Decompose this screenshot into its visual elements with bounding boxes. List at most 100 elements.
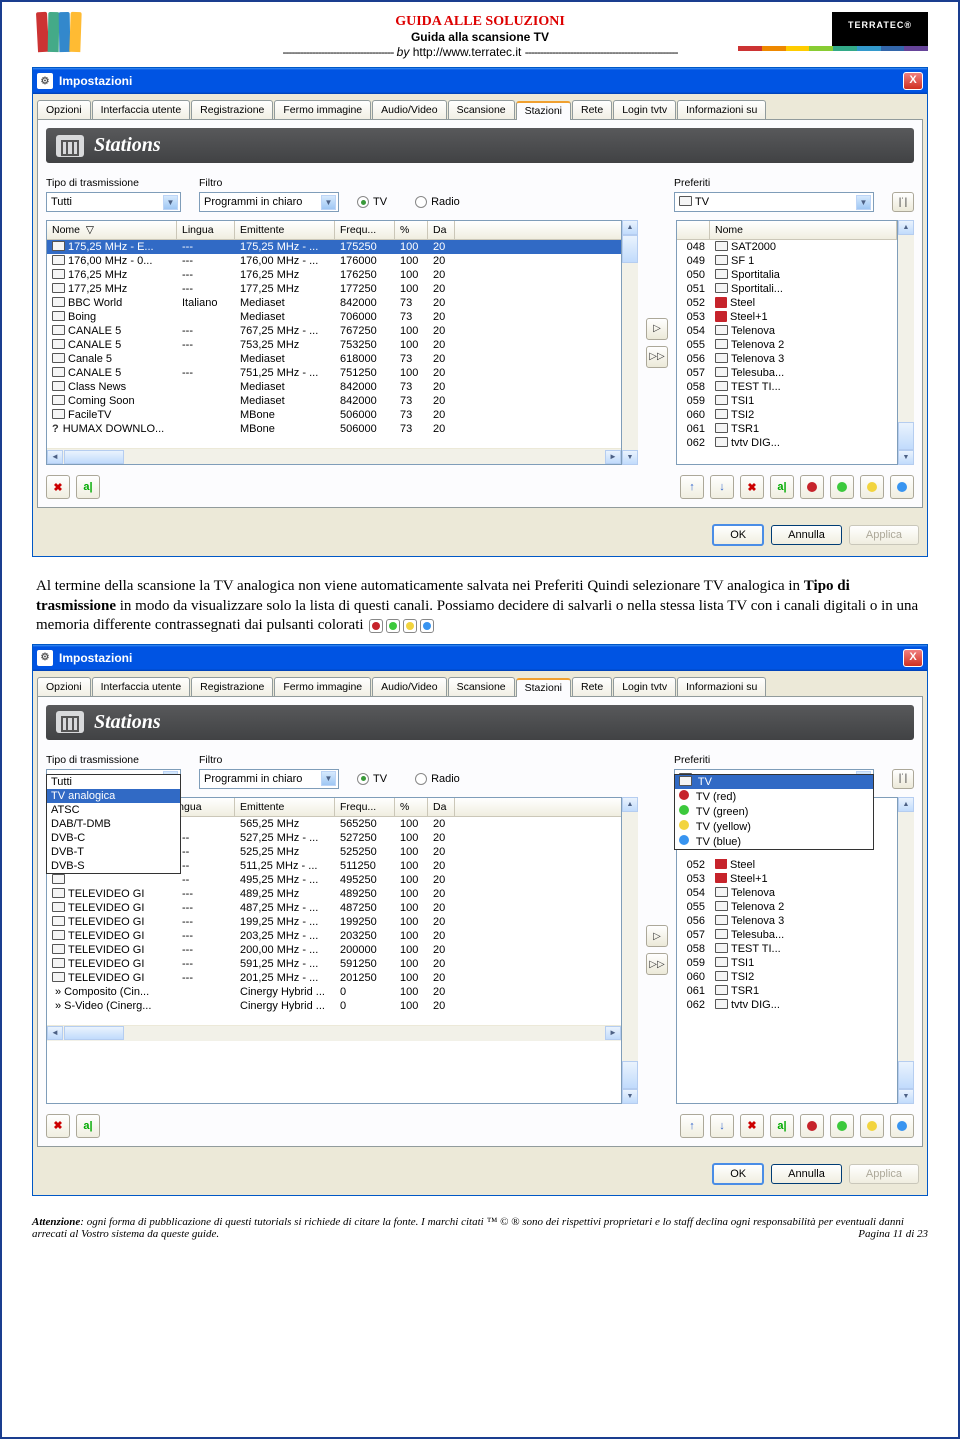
table-row[interactable]: CANALE 5---767,25 MHz - ...76725010020	[47, 324, 621, 338]
tipo-dropdown-list[interactable]: TuttiTV analogicaATSCDAB/T-DMBDVB-CDVB-T…	[46, 774, 181, 874]
table-row[interactable]: 176,00 MHz - 0...---176,00 MHz - ...1760…	[47, 254, 621, 268]
tab-rete[interactable]: Rete	[572, 677, 612, 696]
preferiti-dropdown-list[interactable]: TV TV (red) TV (green) TV (yellow) TV (b…	[674, 774, 874, 850]
edit-button[interactable]: a|	[770, 1114, 794, 1138]
table-row[interactable]: TELEVIDEO GI---489,25 MHz48925010020	[47, 887, 621, 901]
remove-button[interactable]: ✖	[740, 1114, 764, 1138]
dropdown-option[interactable]: TV analogica	[47, 789, 180, 803]
table-row[interactable]: Class NewsMediaset8420007320	[47, 380, 621, 394]
rename-button[interactable]: a|	[76, 1114, 100, 1138]
table-row[interactable]: 055Telenova 2	[677, 338, 897, 352]
table-row[interactable]: 176,25 MHz---176,25 MHz17625010020	[47, 268, 621, 282]
edit-button[interactable]: a|	[770, 475, 794, 499]
red-dot-button[interactable]	[800, 475, 824, 499]
scrollbar-v[interactable]: ▲▼	[898, 220, 914, 465]
tab-scansione[interactable]: Scansione	[448, 677, 515, 696]
tab-informazioni-su[interactable]: Informazioni su	[677, 100, 766, 119]
tab-audio/video[interactable]: Audio/Video	[372, 100, 446, 119]
table-row[interactable]: 048SAT2000	[677, 240, 897, 254]
table-row[interactable]: --495,25 MHz - ...49525010020	[47, 873, 621, 887]
table-row[interactable]: ?HUMAX DOWNLO...MBone5060007320	[47, 422, 621, 436]
table-row[interactable]: 061TSR1	[677, 984, 897, 998]
table-row[interactable]: 054Telenova	[677, 324, 897, 338]
dropdown-option[interactable]: DAB/T-DMB	[47, 817, 180, 831]
add-all-button[interactable]: ▷▷	[646, 953, 668, 975]
table-row[interactable]: 057Telesuba...	[677, 928, 897, 942]
table-row[interactable]: 056Telenova 3	[677, 352, 897, 366]
table-row[interactable]: 059TSI1	[677, 394, 897, 408]
add-button[interactable]: ▷	[646, 925, 668, 947]
table-row[interactable]: 049SF 1	[677, 254, 897, 268]
table-row[interactable]: 051Sportitali...	[677, 282, 897, 296]
tab-fermo-immagine[interactable]: Fermo immagine	[274, 677, 371, 696]
green-dot-button[interactable]	[830, 1114, 854, 1138]
titlebar[interactable]: ⚙ Impostazioni X	[33, 645, 927, 671]
yellow-dot-button[interactable]	[860, 475, 884, 499]
table-row[interactable]: 056Telenova 3	[677, 914, 897, 928]
remove-button[interactable]: ✖	[740, 475, 764, 499]
table-row[interactable]: 050Sportitalia	[677, 268, 897, 282]
blue-dot-button[interactable]	[890, 475, 914, 499]
tab-login-tvtv[interactable]: Login tvtv	[613, 100, 676, 119]
ok-button[interactable]: OK	[712, 524, 764, 546]
scrollbar-h[interactable]: ◄►	[47, 448, 621, 464]
table-row[interactable]: » Composito (Cin...Cinergy Hybrid ...010…	[47, 985, 621, 999]
table-row[interactable]: BoingMediaset7060007320	[47, 310, 621, 324]
filtro-dropdown[interactable]: Programmi in chiaro▼	[199, 192, 339, 212]
cancel-button[interactable]: Annulla	[771, 525, 842, 545]
red-dot-button[interactable]	[800, 1114, 824, 1138]
table-row[interactable]: TELEVIDEO GI---487,25 MHz - ...487250100…	[47, 901, 621, 915]
table-row[interactable]: TELEVIDEO GI---203,25 MHz - ...203250100…	[47, 929, 621, 943]
radio-radio[interactable]: Radio	[415, 196, 460, 208]
table-row[interactable]: 177,25 MHz---177,25 MHz17725010020	[47, 282, 621, 296]
table-row[interactable]: CANALE 5---751,25 MHz - ...75125010020	[47, 366, 621, 380]
preferiti-dropdown[interactable]: TV▼	[674, 192, 874, 212]
dropdown-option[interactable]: DVB-C	[47, 831, 180, 845]
table-row[interactable]: Canale 5Mediaset6180007320	[47, 352, 621, 366]
tab-stazioni[interactable]: Stazioni	[516, 678, 571, 697]
table-row[interactable]: 060TSI2	[677, 408, 897, 422]
move-down-button[interactable]: ↓	[710, 475, 734, 499]
yellow-dot-button[interactable]	[860, 1114, 884, 1138]
filtro-dropdown[interactable]: Programmi in chiaro▼	[199, 769, 339, 789]
table-row[interactable]: 053Steel+1	[677, 310, 897, 324]
table-row[interactable]: 058TEST TI...	[677, 942, 897, 956]
add-all-button[interactable]: ▷▷	[646, 346, 668, 368]
tab-registrazione[interactable]: Registrazione	[191, 677, 273, 696]
scrollbar-v[interactable]: ▲▼	[622, 797, 638, 1104]
tv-radio[interactable]: TV	[357, 773, 387, 785]
table-row[interactable]: 059TSI1	[677, 956, 897, 970]
preferiti-extra-button[interactable]: |˙|	[892, 769, 914, 789]
table-row[interactable]: 054Telenova	[677, 886, 897, 900]
left-table[interactable]: Nome ▽ Lingua Emittente Frequ... % Da 17…	[46, 220, 622, 465]
scrollbar-v[interactable]: ▲▼	[622, 220, 638, 465]
titlebar[interactable]: ⚙ Impostazioni X	[33, 68, 927, 94]
tipo-dropdown[interactable]: Tutti▼	[46, 192, 181, 212]
table-row[interactable]: TELEVIDEO GI---199,25 MHz - ...199250100…	[47, 915, 621, 929]
radio-radio[interactable]: Radio	[415, 773, 460, 785]
table-row[interactable]: 057Telesuba...	[677, 366, 897, 380]
tab-opzioni[interactable]: Opzioni	[37, 677, 91, 696]
tab-stazioni[interactable]: Stazioni	[516, 101, 571, 120]
preferiti-extra-button[interactable]: |˙|	[892, 192, 914, 212]
table-row[interactable]: 052Steel	[677, 858, 897, 872]
table-row[interactable]: 053Steel+1	[677, 872, 897, 886]
tab-scansione[interactable]: Scansione	[448, 100, 515, 119]
add-button[interactable]: ▷	[646, 318, 668, 340]
tab-audio/video[interactable]: Audio/Video	[372, 677, 446, 696]
table-row[interactable]: FacileTVMBone5060007320	[47, 408, 621, 422]
tab-informazioni-su[interactable]: Informazioni su	[677, 677, 766, 696]
tv-radio[interactable]: TV	[357, 196, 387, 208]
dropdown-option[interactable]: ATSC	[47, 803, 180, 817]
move-up-button[interactable]: ↑	[680, 1114, 704, 1138]
cancel-button[interactable]: Annulla	[771, 1164, 842, 1184]
tab-registrazione[interactable]: Registrazione	[191, 100, 273, 119]
table-row[interactable]: 060TSI2	[677, 970, 897, 984]
tab-fermo-immagine[interactable]: Fermo immagine	[274, 100, 371, 119]
table-row[interactable]: BBC WorldItalianoMediaset8420007320	[47, 296, 621, 310]
blue-dot-button[interactable]	[890, 1114, 914, 1138]
dropdown-option[interactable]: TV (green)	[675, 804, 873, 819]
dropdown-option[interactable]: DVB-S	[47, 859, 180, 873]
table-row[interactable]: 055Telenova 2	[677, 900, 897, 914]
dropdown-option[interactable]: DVB-T	[47, 845, 180, 859]
